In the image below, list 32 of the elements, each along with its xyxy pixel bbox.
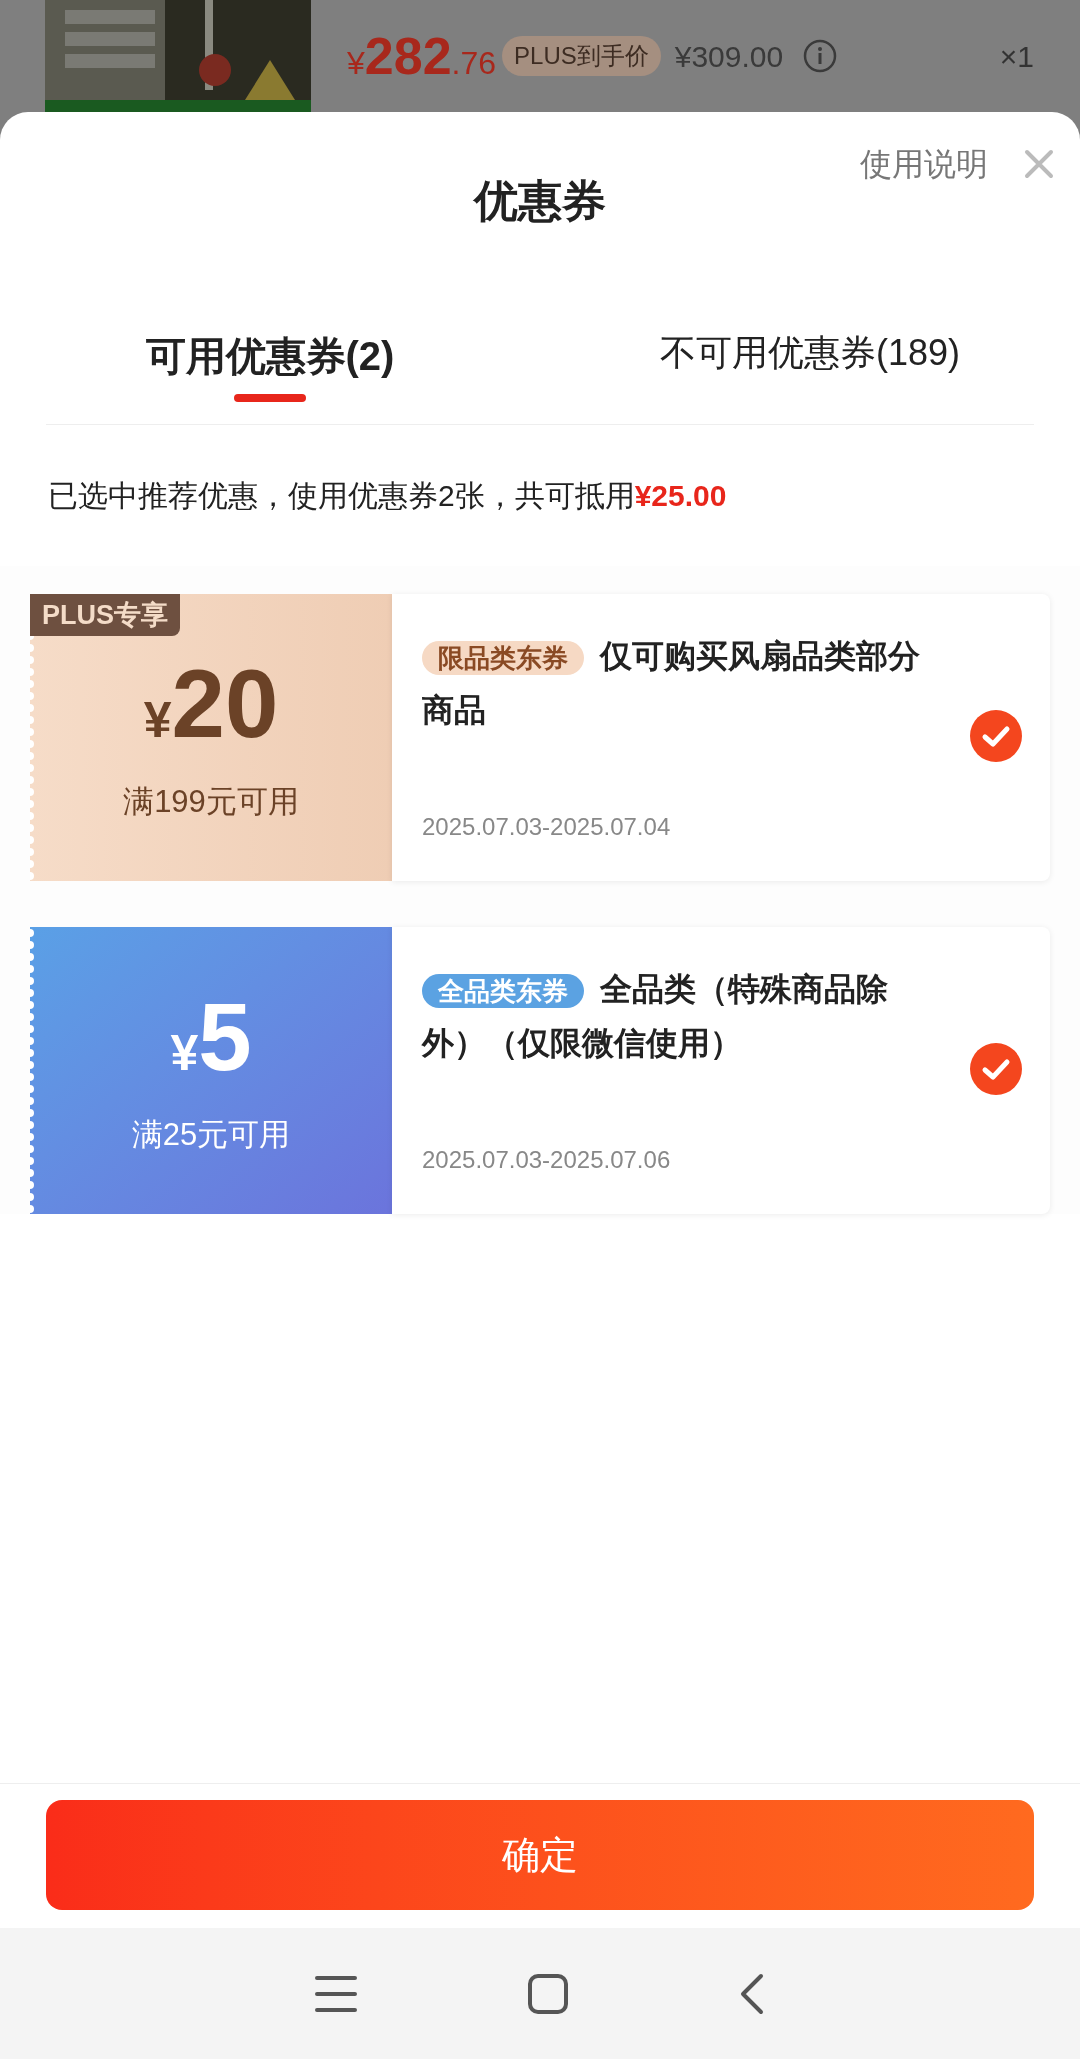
home-icon[interactable] bbox=[527, 1972, 569, 2015]
price-symbol: ¥ bbox=[347, 45, 365, 83]
original-price: ¥309.00 bbox=[674, 38, 784, 75]
back-icon[interactable] bbox=[739, 1972, 765, 2015]
coupon-description: 限品类东券 仅可购买风扇品类部分商品 bbox=[422, 637, 921, 730]
info-icon[interactable] bbox=[803, 39, 838, 73]
plus-badge: PLUS专享 bbox=[30, 594, 180, 636]
check-icon[interactable] bbox=[970, 710, 1022, 762]
summary-text: 已选中推荐优惠，使用优惠券2张，共可抵用¥25.00 bbox=[47, 478, 728, 514]
help-link[interactable]: 使用说明 bbox=[860, 140, 988, 188]
sheet-title: 优惠券 bbox=[472, 175, 607, 227]
coupon-validity: 2025.07.03-2025.07.04 bbox=[422, 812, 672, 842]
price-decimal: .76 bbox=[451, 44, 497, 83]
price-integer: 282 bbox=[364, 26, 452, 87]
currency-symbol: ¥ bbox=[170, 1025, 199, 1084]
tab-underline bbox=[234, 394, 306, 402]
coupon-card[interactable]: 限品类东券 仅可购买风扇品类部分商品 2025.07.03-2025.07.04 bbox=[392, 594, 1050, 881]
coupon-amount: 5 bbox=[198, 982, 252, 1093]
close-icon[interactable] bbox=[1024, 149, 1054, 179]
currency-symbol: ¥ bbox=[143, 691, 172, 751]
coupon-card[interactable]: 全品类东券 全品类（特殊商品除外）（仅限微信使用） 2025.07.03-2025.07.06 bbox=[392, 927, 1050, 1214]
coupon-description: 全品类东券 全品类（特殊商品除外）（仅限微信使用） bbox=[422, 970, 889, 1063]
menu-icon[interactable] bbox=[315, 1973, 357, 2014]
tab[interactable]: 可用优惠券(2) bbox=[145, 326, 395, 386]
coupon-validity: 2025.07.03-2025.07.06 bbox=[422, 1145, 672, 1175]
tab[interactable]: 不可用优惠券(189) bbox=[659, 326, 960, 380]
coupon-condition: 满25元可用 bbox=[131, 1116, 291, 1155]
price-tag: PLUS到手价 bbox=[502, 36, 661, 76]
coupon-condition: 满199元可用 bbox=[123, 783, 299, 822]
coupon-amount: 20 bbox=[171, 649, 279, 760]
check-icon[interactable] bbox=[970, 1043, 1022, 1095]
quantity: ×1 bbox=[999, 38, 1034, 75]
